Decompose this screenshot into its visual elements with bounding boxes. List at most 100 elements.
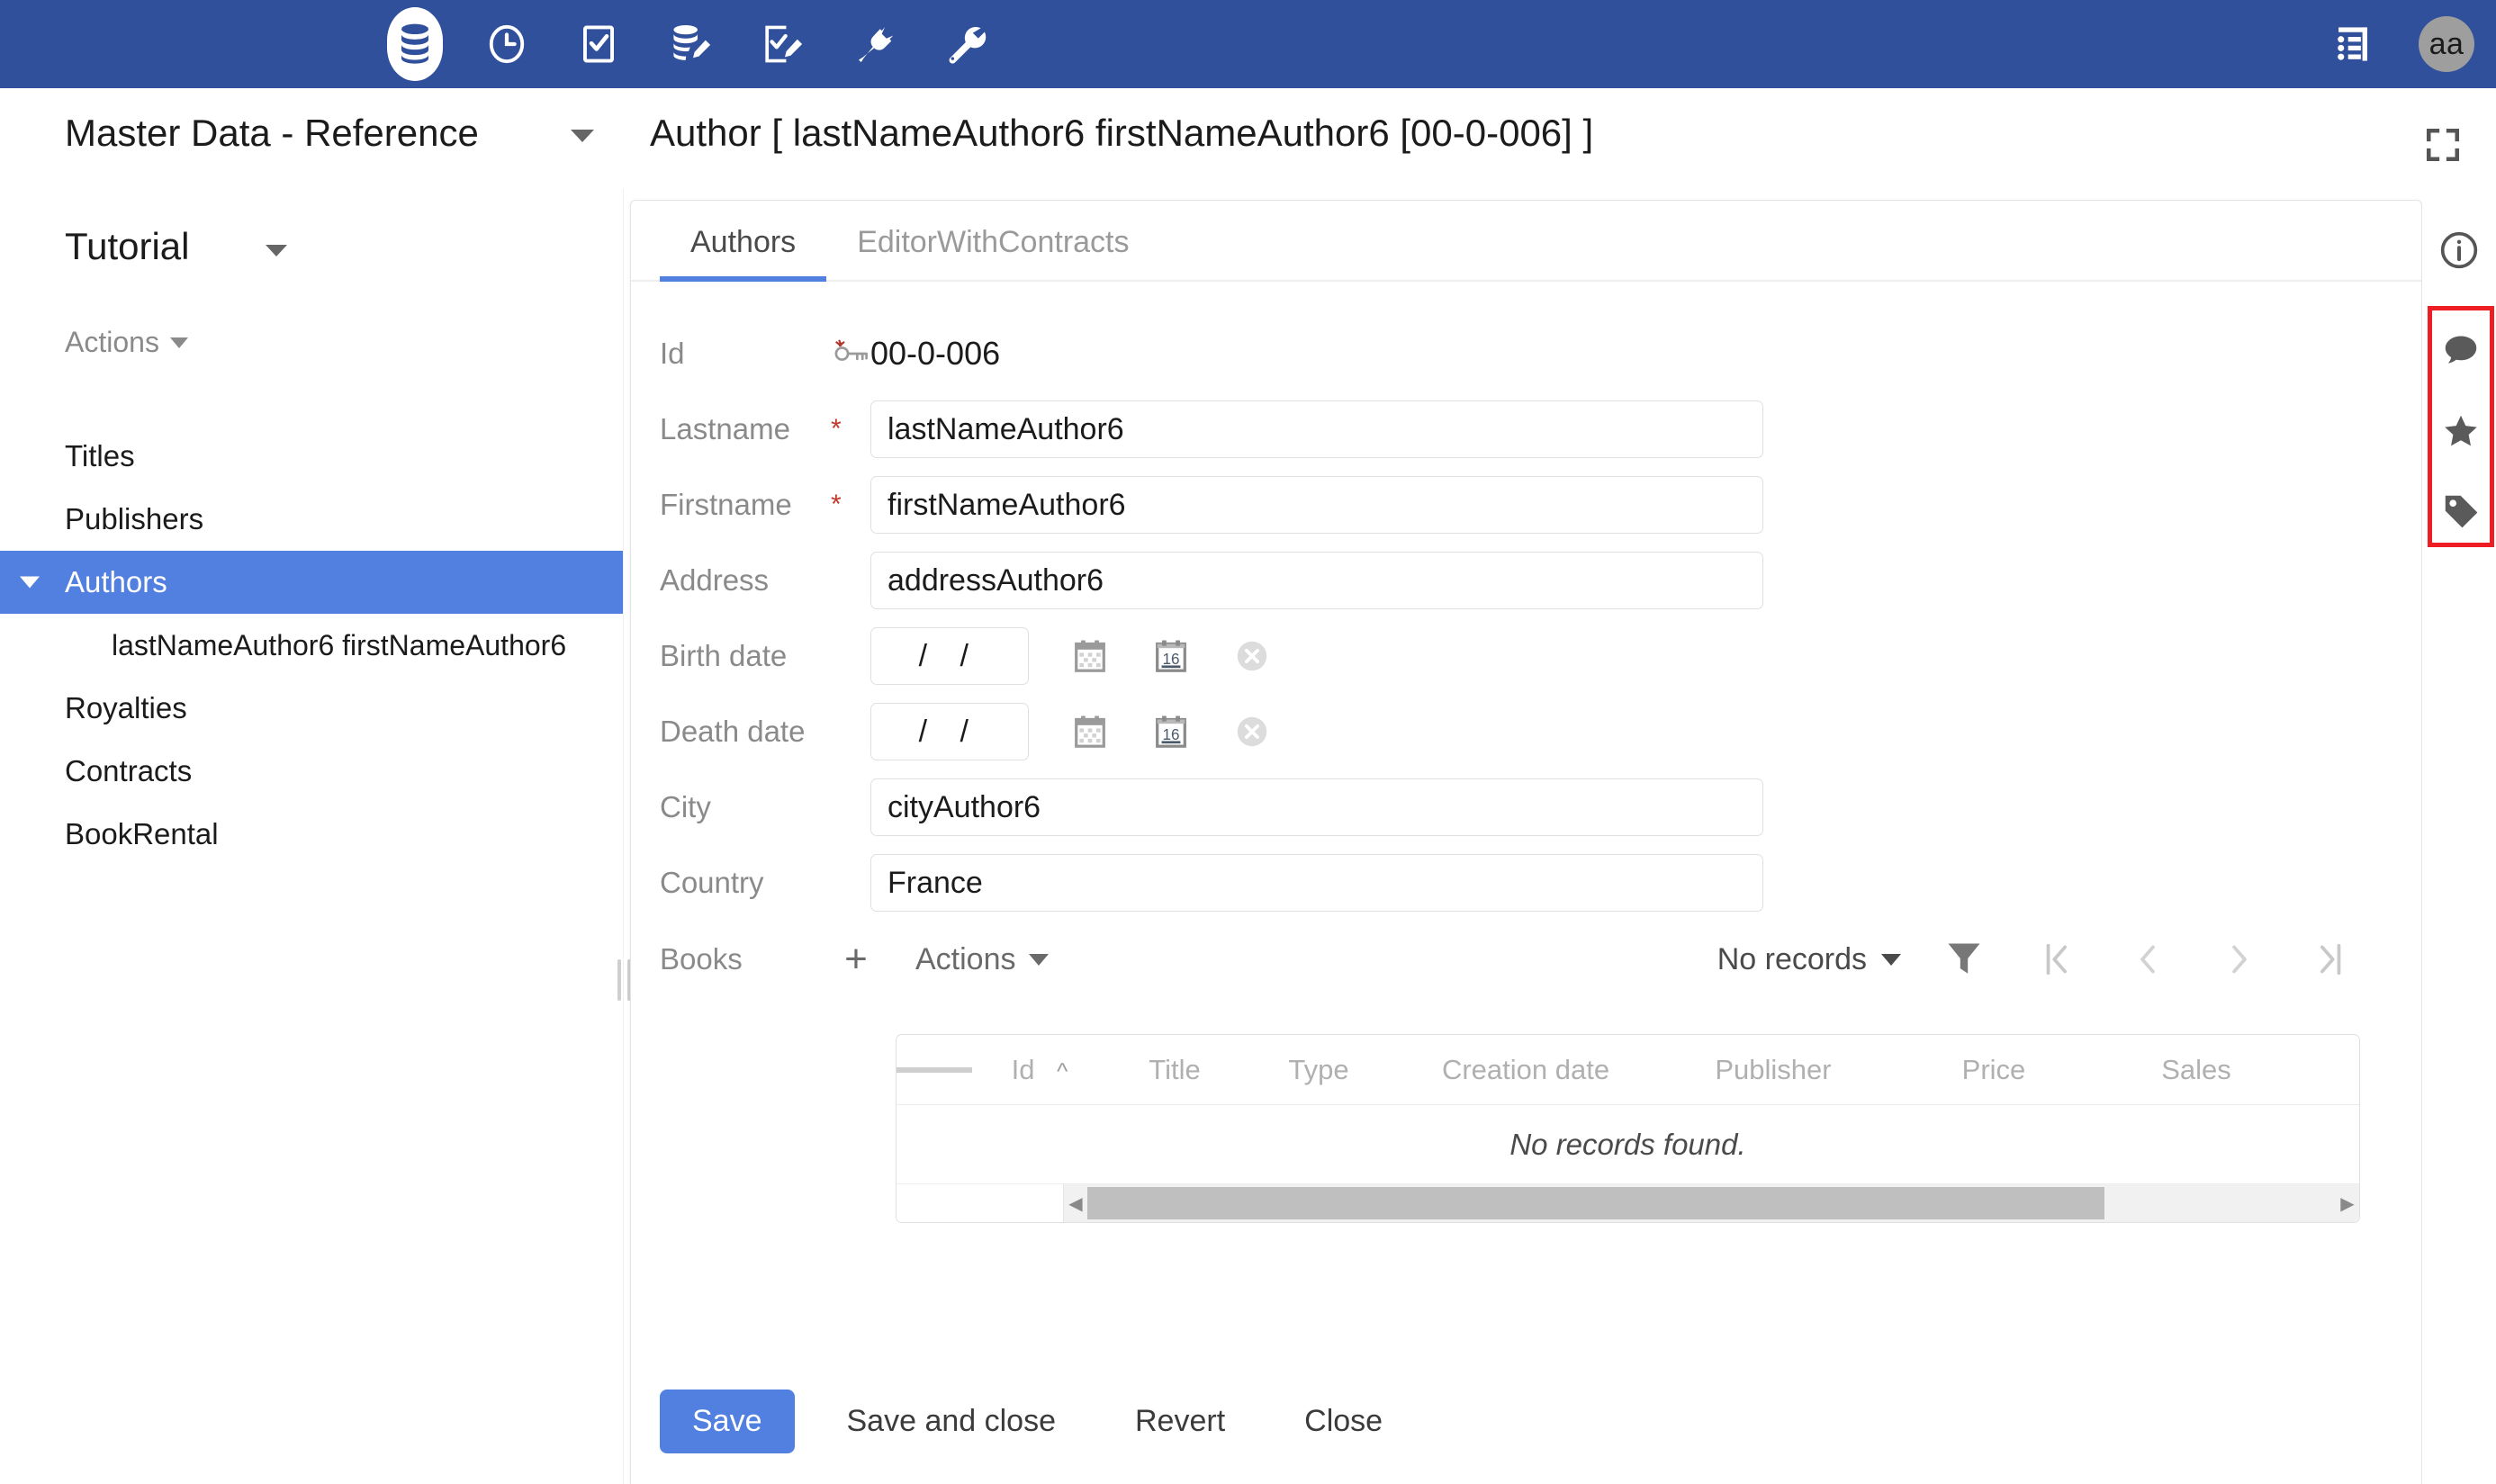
plug-icon[interactable] [846, 16, 902, 72]
field-label-birthdate: Birth date [660, 639, 831, 673]
form-row-id: Id 00-0-006 [631, 316, 2421, 391]
sidebar-item-label: Titles [65, 439, 135, 473]
grid-menu-icon[interactable] [897, 1064, 972, 1076]
author-form: Id 00-0-006 Lastname * Firstname [631, 282, 2421, 998]
form-row-birthdate: Birth date [631, 618, 2421, 694]
birthdate-input[interactable] [870, 627, 1029, 685]
tab-authors[interactable]: Authors [660, 225, 826, 280]
required-asterisk: * [831, 414, 870, 445]
sidebar-item-publishers[interactable]: Publishers [0, 488, 623, 551]
sidebar-item-contracts[interactable]: Contracts [0, 740, 623, 803]
comment-icon[interactable] [2432, 310, 2490, 391]
next-page-icon[interactable] [2211, 931, 2268, 988]
splitter-bar [617, 959, 621, 1001]
avatar[interactable]: aa [2419, 16, 2474, 72]
address-input[interactable] [870, 552, 1763, 609]
sidebar-item-royalties[interactable]: Royalties [0, 677, 623, 740]
filter-icon[interactable] [1935, 931, 1993, 988]
grid-column-creation-date[interactable]: Creation date [1395, 1054, 1656, 1086]
scroll-left-icon[interactable]: ◀ [1064, 1192, 1087, 1215]
wrench-icon[interactable] [938, 16, 994, 72]
clear-circle-icon[interactable] [1232, 712, 1272, 751]
info-icon[interactable] [2422, 209, 2496, 292]
fullscreen-icon[interactable] [2419, 121, 2467, 169]
menu-bar [947, 1067, 972, 1073]
grid-column-publisher[interactable]: Publisher [1656, 1054, 1890, 1086]
form-row-deathdate: Death date [631, 694, 2421, 769]
clock-icon[interactable] [479, 16, 535, 72]
revert-button[interactable]: Revert [1108, 1390, 1252, 1453]
books-toolbar: Books + Actions No records [631, 921, 2421, 998]
field-label-country: Country [660, 866, 831, 900]
scrollbar-track[interactable]: ◀ ▶ [1064, 1184, 2359, 1222]
form-row-country: Country [631, 845, 2421, 921]
page-title: Master Data - Reference [65, 112, 479, 155]
last-page-icon[interactable] [2302, 931, 2360, 988]
field-label-deathdate: Death date [660, 715, 831, 749]
calendar-icon[interactable] [1070, 712, 1110, 751]
record-title: Author [ lastNameAuthor6 firstNameAuthor… [650, 112, 1593, 155]
sidebar-item-label: Contracts [65, 754, 192, 788]
sidebar-item-bookrental[interactable]: BookRental [0, 803, 623, 866]
save-button[interactable]: Save [660, 1390, 795, 1453]
field-label-address: Address [660, 563, 831, 598]
save-and-close-button[interactable]: Save and close [820, 1390, 1084, 1453]
country-input[interactable] [870, 854, 1763, 912]
sidebar-item-author-record[interactable]: lastNameAuthor6 firstNameAuthor6 [0, 614, 623, 677]
tab-editorwithcontracts[interactable]: EditorWithContracts [826, 225, 1159, 280]
scroll-right-icon[interactable]: ▶ [2336, 1192, 2359, 1215]
grid-column-price[interactable]: Price [1890, 1054, 2097, 1086]
books-actions-button[interactable]: Actions [915, 942, 1049, 977]
grid-column-id[interactable]: Id ^ [972, 1054, 1107, 1086]
database-icon[interactable] [387, 7, 443, 81]
grid-header-row: Id ^ Title Type Creation date Publisher … [897, 1035, 2359, 1105]
sidebar-item-label: lastNameAuthor6 firstNameAuthor6 [112, 629, 566, 662]
primary-key-icon [831, 338, 870, 369]
chevron-down-icon[interactable] [571, 130, 594, 142]
birthdate-icon-group: 16 [1070, 636, 1272, 676]
sidebar-item-titles[interactable]: Titles [0, 425, 623, 488]
field-label-city: City [660, 790, 831, 824]
chevron-down-icon [1881, 954, 1901, 966]
column-label: Id [1012, 1054, 1035, 1085]
star-icon[interactable] [2432, 391, 2490, 471]
record-count-selector[interactable]: No records [1717, 942, 1901, 977]
grid-horizontal-scrollbar[interactable]: ◀ ▶ [897, 1184, 2359, 1222]
deathdate-input[interactable] [870, 703, 1029, 760]
calendar-icon[interactable] [1070, 636, 1110, 676]
form-row-address: Address [631, 543, 2421, 618]
list-view-icon[interactable] [2325, 16, 2381, 72]
top-navigation-bar: aa [0, 0, 2496, 88]
database-edit-icon[interactable] [662, 16, 718, 72]
close-button[interactable]: Close [1277, 1390, 1410, 1453]
sidebar-item-authors[interactable]: Authors [0, 551, 623, 614]
add-book-button[interactable]: + [831, 940, 881, 979]
grid-column-type[interactable]: Type [1242, 1054, 1395, 1086]
tag-icon[interactable] [2432, 471, 2490, 551]
sidebar-title: Tutorial [65, 225, 190, 268]
right-rail [2422, 189, 2496, 1484]
grid-column-title[interactable]: Title [1107, 1054, 1242, 1086]
checklist-edit-icon[interactable] [754, 16, 810, 72]
city-input[interactable] [870, 778, 1763, 836]
firstname-input[interactable] [870, 476, 1763, 534]
clear-circle-icon[interactable] [1232, 636, 1272, 676]
calendar-day-16-icon[interactable]: 16 [1151, 636, 1191, 676]
chevron-down-icon [170, 337, 188, 348]
calendar-day-16-icon[interactable]: 16 [1151, 712, 1191, 751]
record-editor-panel: Authors EditorWithContracts Id 00-0-006 [630, 200, 2422, 1484]
checklist-icon[interactable] [571, 16, 626, 72]
lastname-input[interactable] [870, 400, 1763, 458]
form-row-city: City [631, 769, 2421, 845]
previous-page-icon[interactable] [2119, 931, 2176, 988]
field-label-lastname: Lastname [660, 412, 831, 446]
triangle-down-icon[interactable] [20, 577, 40, 589]
sidebar-chevron-down-icon[interactable] [266, 245, 287, 256]
grid-toolbar-right: No records [1717, 921, 2360, 998]
form-row-firstname: Firstname * [631, 467, 2421, 543]
first-page-icon[interactable] [2027, 931, 2085, 988]
grid-empty-message: No records found. [897, 1105, 2359, 1184]
grid-column-sales[interactable]: Sales [2097, 1054, 2295, 1086]
sidebar-actions-button[interactable]: Actions [65, 326, 188, 359]
scrollbar-thumb[interactable] [1087, 1187, 2104, 1219]
